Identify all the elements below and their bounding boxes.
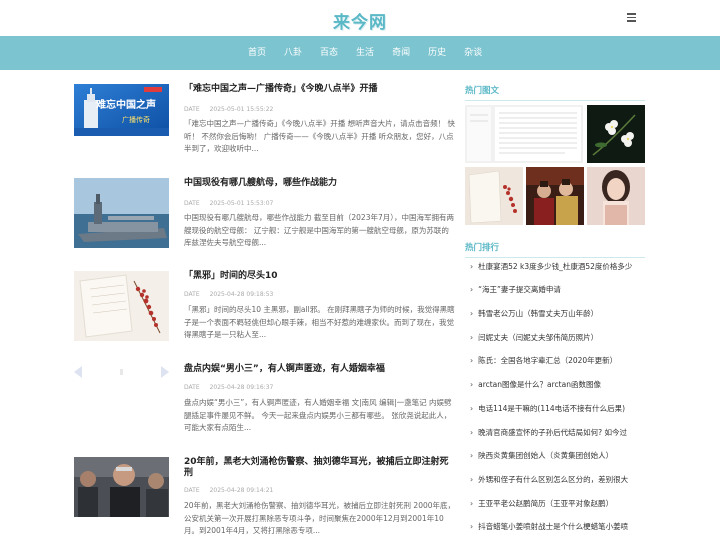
article-meta: DATE 2025-05-01 15:55:22 [184,106,274,113]
article-item: 中国现役有哪几艘航母，哪些作战能力 DATE 2025-05-01 15:53:0… [74,178,456,258]
article-meta: DATE 2025-04-28 09:18:53 [184,291,274,298]
article-thumbnail[interactable] [74,457,169,517]
menu-icon[interactable] [627,13,636,22]
rank-item[interactable]: 韩雪老公万山（韩雪丈夫万山年龄） [470,308,646,320]
hot-image-book-flowers[interactable] [465,167,523,225]
nav-item-misc[interactable]: 杂谈 [464,36,482,70]
site-logo[interactable]: 来今网 [333,8,387,33]
article-excerpt: 20年前，黑老大刘涌枪伤警察、抽刘德华耳光，被捕后立即注射死刑 2000年底，公… [184,501,456,535]
rank-item[interactable]: 闫妮丈夫（闫妮丈夫邹伟简历照片） [470,332,646,344]
rank-item[interactable]: 陈氏：全国各地字辈汇总（2020年更新） [470,355,646,367]
article-title[interactable]: 20年前，黑老大刘涌枪伤警察、抽刘德华耳光，被捕后立即注射死刑 [184,457,456,479]
article-excerpt: 中国现役有哪几艘航母，哪些作战能力 截至目前（2023年7月），中国海军拥有两艘… [184,213,454,247]
hot-image-document[interactable] [465,105,583,163]
hot-image-costume-drama[interactable] [526,167,584,225]
article-meta: DATE 2025-05-01 15:53:07 [184,200,274,207]
nav-item-life[interactable]: 生活 [356,36,374,70]
svg-text:难忘中国之声: 难忘中国之声 [95,98,156,111]
article-item: 「黑邪」时间的尽头10 DATE 2025-04-28 09:18:53 「黑邪」… [74,271,456,351]
article-title[interactable]: 盘点内娱“男小三”，有人锕声匿迹，有人婚姻幸福 [184,364,456,375]
rank-item[interactable]: 王亚平老公赵鹏简历（王亚平对象赵鹏） [470,498,646,510]
article-item: 难忘中国之声 广播传奇 「难忘中国之声—广播传奇」《今晚八点半》开播 DATE 2… [74,84,456,164]
hot-rank-heading: 热门排行 [465,241,645,258]
hot-image-flowers[interactable] [587,105,645,163]
nav-item-gossip[interactable]: 八卦 [284,36,302,70]
article-meta: DATE 2025-04-28 09:14:21 [184,487,274,494]
article-title[interactable]: 「黑邪」时间的尽头10 [184,271,456,282]
rank-item[interactable]: 杜康宴酒52 k3度多少钱_杜康酒52度价格多少 [470,261,646,273]
rank-item[interactable]: arctan图像是什么？arctan函数图像 [470,379,646,391]
rank-item[interactable]: 抖音蜡笔小姜喷射战士是个什么梗蜡笔小姜喷 [470,521,646,533]
article-meta: DATE 2025-04-28 09:16:37 [184,384,274,391]
article-excerpt: 「难忘中国之声—广播传奇」《今晚八点半》开播 想听声音大片，请点击音频！ 快听！… [184,119,456,153]
rank-item[interactable]: 电话114是干嘛的(114电话不接有什么后果) [470,403,646,415]
article-item: 盘点内娱“男小三”，有人锕声匿迹，有人婚姻幸福 DATE 2025-04-28 0… [74,364,456,444]
rank-item[interactable]: 陕西炎黄集团创始人（炎黄集团创始人） [470,450,646,462]
nav-item-history[interactable]: 历史 [428,36,446,70]
article-thumbnail[interactable] [74,271,169,341]
hot-images-heading: 热门图文 [465,84,645,101]
article-item: 20年前，黑老大刘涌枪伤警察、抽刘德华耳光，被捕后立即注射死刑 DATE 2025… [74,457,456,537]
article-excerpt: 「黑邪」时间的尽头10 主黑邪，副all邪。 在刚拜黑瞎子为师的时候，我觉得黑瞎… [184,305,455,339]
rank-item[interactable]: “海王”妻子提交离婚申请 [470,284,646,296]
article-excerpt: 盘点内娱“男小三”，有人锕声匿迹，有人婚姻幸福 文|南风 编辑|一盏笔记 内娱劈… [184,398,452,432]
rank-item[interactable]: 外甥和侄子有什么区别怎么区分的，差别很大 [470,474,646,486]
nav-item-oddities[interactable]: 奇闻 [392,36,410,70]
rank-item[interactable]: 晚清官商盛宣怀的子孙后代结局如何? 如今过 [470,427,646,439]
article-title[interactable]: 中国现役有哪几艘航母，哪些作战能力 [184,178,456,189]
article-thumbnail[interactable] [74,364,169,380]
site-header: 来今网 [0,0,720,36]
nav-item-home[interactable]: 首页 [248,36,266,70]
article-thumbnail[interactable] [74,178,169,248]
nav-item-society[interactable]: 百态 [320,36,338,70]
hot-image-portrait[interactable] [587,167,645,225]
main-nav: 首页 八卦 百态 生活 奇闻 历史 杂谈 [0,36,720,70]
article-thumbnail[interactable]: 难忘中国之声 广播传奇 [74,84,169,136]
svg-text:广播传奇: 广播传奇 [122,115,150,124]
article-title[interactable]: 「难忘中国之声—广播传奇」《今晚八点半》开播 [184,84,456,95]
